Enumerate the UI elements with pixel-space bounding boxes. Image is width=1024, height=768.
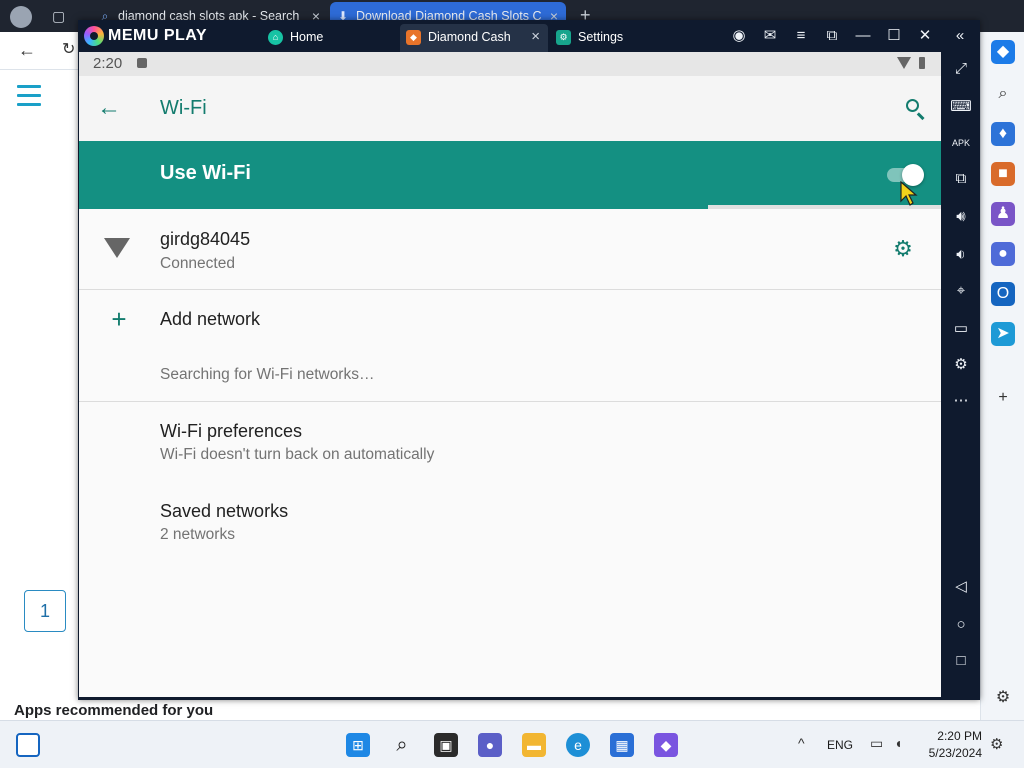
app-bar: ← Wi-Fi <box>79 76 941 142</box>
task-view-icon[interactable]: ▣ <box>434 733 458 757</box>
send-icon[interactable]: ➤ <box>991 322 1015 346</box>
memu-titlebar: MEMU PLAY ⌂ Home ◆ Diamond Cash × ⚙ Sett… <box>78 20 980 52</box>
volume-down-icon[interactable]: 🔉︎ <box>950 244 972 266</box>
language-indicator[interactable]: ENG <box>827 738 853 752</box>
add-icon: + <box>111 304 127 334</box>
search-icon[interactable] <box>903 96 929 122</box>
folder-icon[interactable]: ▭ <box>950 318 972 340</box>
fullscreen-icon[interactable]: ⤢ <box>950 58 972 80</box>
account-icon[interactable]: ◉ <box>729 26 749 46</box>
connected-network-item[interactable]: girdg84045 Connected ⚙ <box>79 209 941 289</box>
wifi-preferences-subtitle: Wi-Fi doesn't turn back on automatically <box>160 446 435 463</box>
clock-time[interactable]: 2:20 PM <box>926 729 982 743</box>
saved-networks-subtitle: 2 networks <box>160 526 235 543</box>
memu-tab-home[interactable]: ⌂ Home <box>262 24 372 52</box>
android-screen: 2:20 ← Wi-Fi Use Wi-Fi girdg84045 Connec… <box>79 52 941 697</box>
menu-icon[interactable]: ≡ <box>791 26 811 46</box>
games-icon[interactable]: ♟ <box>991 202 1015 226</box>
screen-mode-icon[interactable]: ⧉ <box>822 26 842 46</box>
memu-tab-settings[interactable]: ⚙ Settings <box>550 24 690 52</box>
network-name: girdg84045 <box>160 229 251 249</box>
wifi-status-icon <box>897 57 911 69</box>
searching-status: Searching for Wi-Fi networks… <box>79 352 941 400</box>
mouse-cursor-icon <box>900 181 918 206</box>
apps-recommended-heading: Apps recommended for you <box>14 702 214 719</box>
network-status: Connected <box>160 255 235 272</box>
edge-icon[interactable]: e <box>566 733 590 757</box>
mail-icon[interactable]: ✉ <box>760 26 780 46</box>
wifi-preferences-item[interactable]: Wi-Fi preferences Wi-Fi doesn't turn bac… <box>79 402 941 480</box>
use-wifi-bar[interactable]: Use Wi-Fi <box>79 141 941 209</box>
use-wifi-label: Use Wi-Fi <box>160 162 251 184</box>
menu-icon[interactable] <box>17 85 41 107</box>
home-icon: ⌂ <box>268 30 283 45</box>
memu-tab-diamond-cash[interactable]: ◆ Diamond Cash × <box>400 24 548 52</box>
memu-icon[interactable]: ◆ <box>654 733 678 757</box>
more-icon[interactable]: ⋯ <box>950 390 972 412</box>
shopping-icon[interactable]: ♦ <box>991 122 1015 146</box>
close-tab-icon[interactable]: × <box>531 24 540 50</box>
close-icon[interactable]: ✕ <box>915 26 935 46</box>
back-icon[interactable]: ← <box>18 41 36 59</box>
network-icon[interactable]: ▭ <box>870 735 883 752</box>
store-icon[interactable]: ▦ <box>610 733 634 757</box>
status-time: 2:20 <box>93 55 123 72</box>
wifi-preferences-title: Wi-Fi preferences <box>160 421 303 441</box>
browser-sidebar: ◆ ⌕ ♦ ■ ♟ ● O ➤ + ⚙ <box>980 32 1024 720</box>
file-explorer-icon[interactable]: ▬ <box>522 733 546 757</box>
start-icon[interactable]: ⊞ <box>346 733 370 757</box>
multi-instance-icon[interactable]: ⧉ <box>950 168 972 190</box>
add-network-item[interactable]: + Add network <box>79 290 941 350</box>
settings-icon[interactable]: ⚙ <box>950 354 972 376</box>
collapse-sidebar-icon[interactable]: « <box>950 26 970 46</box>
notification-icon <box>137 58 147 68</box>
settings-icon[interactable]: ⚙ <box>991 686 1015 710</box>
search-icon[interactable]: ⌕ <box>991 82 1015 106</box>
battery-icon <box>919 57 925 69</box>
chevron-up-icon[interactable]: ^ <box>798 735 805 751</box>
diamond-cash-app-icon: ◆ <box>406 30 421 45</box>
page-number-button[interactable]: 1 <box>24 590 66 632</box>
saved-networks-item[interactable]: Saved networks 2 networks <box>79 482 941 560</box>
android-status-bar: 2:20 <box>79 52 941 76</box>
refresh-icon[interactable]: ↻ <box>62 42 75 58</box>
copilot-pro-icon[interactable]: ● <box>991 242 1015 266</box>
searching-text: Searching for Wi-Fi networks… <box>160 366 375 383</box>
saved-networks-title: Saved networks <box>160 501 289 521</box>
page-title: Wi-Fi <box>160 97 207 119</box>
add-network-label: Add network <box>160 309 261 329</box>
android-back-icon[interactable]: ◁ <box>950 576 972 598</box>
keyboard-icon[interactable]: ⌨ <box>950 96 972 118</box>
notification-icon[interactable]: ⚙ <box>990 735 1003 753</box>
android-home-icon[interactable]: ○ <box>950 614 972 636</box>
windows-taskbar: ⊞ ⌕ ▣ ● ▬ e ▦ ◆ ^ ENG ▭ ◖ 2:20 PM 5/23/2… <box>0 720 1024 768</box>
wifi-signal-icon <box>104 238 130 258</box>
search-icon[interactable]: ⌕ <box>390 733 414 757</box>
settings-app-icon: ⚙ <box>556 30 571 45</box>
location-icon[interactable]: ⌖ <box>950 280 972 302</box>
network-settings-gear-icon[interactable]: ⚙ <box>892 238 914 260</box>
volume-icon[interactable]: ◖ <box>894 735 902 751</box>
volume-up-icon[interactable]: 🔊︎ <box>950 206 972 228</box>
memu-logo-icon <box>84 26 104 46</box>
chat-icon[interactable]: ● <box>478 733 502 757</box>
android-recents-icon[interactable]: □ <box>950 650 972 672</box>
clock-date[interactable]: 5/23/2024 <box>912 746 982 760</box>
memu-sidebar: ⤢ ⌨ APK ⧉ 🔊︎ 🔉︎ ⌖ ▭ ⚙ ⋯ ◁ ○ □ <box>942 52 980 700</box>
back-arrow-icon[interactable]: ← <box>95 94 123 122</box>
apk-install-icon[interactable]: APK <box>950 132 972 154</box>
tools-icon[interactable]: ■ <box>991 162 1015 186</box>
tab-actions-icon[interactable]: ▢ <box>52 8 65 24</box>
minimize-icon[interactable]: — <box>853 26 873 46</box>
maximize-icon[interactable]: ☐ <box>884 26 904 46</box>
add-icon[interactable]: + <box>991 386 1015 410</box>
profile-avatar-icon[interactable] <box>10 6 32 28</box>
outlook-icon[interactable]: O <box>991 282 1015 306</box>
copilot-icon[interactable]: ◆ <box>991 40 1015 64</box>
widgets-icon[interactable] <box>16 733 40 757</box>
